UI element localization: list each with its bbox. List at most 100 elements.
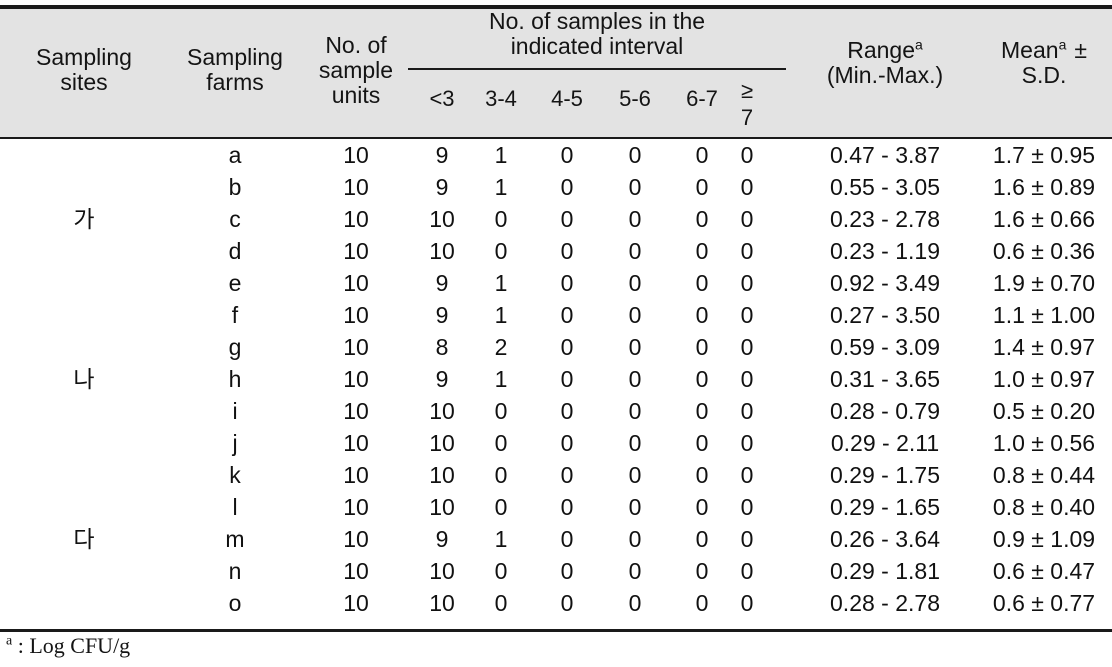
cell-range: 0.29 - 1.75 — [830, 462, 940, 488]
cell-sample-units: 10 — [343, 270, 369, 296]
cell-interval-5-6: 0 — [628, 430, 642, 456]
cell-interval-ge7: 0 — [740, 366, 754, 392]
cell-interval-3-4: 0 — [494, 590, 508, 616]
cell-interval-5-6: 0 — [628, 398, 642, 424]
cell-farm: h — [228, 366, 242, 392]
cell-farm: j — [232, 430, 238, 456]
cell-interval-5-6: 0 — [628, 174, 642, 200]
cell-interval-lt3: 10 — [429, 238, 455, 264]
cell-interval-lt3: 10 — [429, 430, 455, 456]
table-row: e 10 9 1 0 0 0 0 0.92 - 3.49 1.9 ± 0.70 — [0, 267, 1112, 299]
cell-interval-5-6: 0 — [628, 526, 642, 552]
cell-interval-5-6: 0 — [628, 558, 642, 584]
cell-sample-units: 10 — [343, 238, 369, 264]
sample-units-line1: No. of — [325, 32, 387, 58]
column-header-interval-4-5: 4-5 — [551, 86, 583, 111]
cell-range: 0.59 - 3.09 — [830, 334, 940, 360]
cell-interval-lt3: 10 — [429, 206, 455, 232]
cell-range: 0.23 - 2.78 — [830, 206, 940, 232]
cell-sample-units: 10 — [343, 462, 369, 488]
cell-mean: 0.8 ± 0.40 — [992, 494, 1096, 520]
cell-interval-3-4: 0 — [494, 558, 508, 584]
cell-farm: m — [225, 526, 245, 552]
cell-interval-lt3: 9 — [435, 270, 449, 296]
interval-ge7-value: 7 — [740, 105, 754, 130]
mean-plusminus: ± — [1074, 37, 1087, 63]
cell-interval-lt3: 10 — [429, 494, 455, 520]
sampling-farms-line1: Sampling — [187, 44, 283, 70]
cell-range: 0.47 - 3.87 — [830, 142, 940, 168]
cell-mean: 1.1 ± 1.00 — [992, 302, 1096, 328]
cell-interval-lt3: 9 — [435, 526, 449, 552]
cell-mean: 0.5 ± 0.20 — [992, 398, 1096, 424]
cell-interval-lt3: 9 — [435, 366, 449, 392]
cell-range: 0.29 - 1.65 — [830, 494, 940, 520]
mean-label-line: Meana ± — [980, 36, 1108, 63]
cell-sample-units: 10 — [343, 174, 369, 200]
cell-interval-3-4: 1 — [494, 366, 508, 392]
cell-sample-units: 10 — [343, 302, 369, 328]
cell-mean: 1.4 ± 0.97 — [992, 334, 1096, 360]
cell-range: 0.55 - 3.05 — [830, 174, 940, 200]
cell-sample-units: 10 — [343, 398, 369, 424]
table-body: a 10 9 1 0 0 0 0 0.47 - 3.87 1.7 ± 0.95 b 10 9 1 0 0 0 0 0… — [0, 139, 1112, 619]
cell-interval-lt3: 9 — [435, 174, 449, 200]
column-header-mean: Meana ± S.D. — [980, 36, 1108, 88]
cell-interval-3-4: 1 — [494, 302, 508, 328]
cell-interval-ge7: 0 — [740, 462, 754, 488]
cell-farm: c — [229, 206, 241, 232]
cell-interval-ge7: 0 — [740, 398, 754, 424]
cell-mean: 0.8 ± 0.44 — [992, 462, 1096, 488]
interval-group-line1: No. of samples in the — [488, 8, 706, 34]
cell-interval-3-4: 0 — [494, 398, 508, 424]
cell-interval-4-5: 0 — [560, 270, 574, 296]
table-row: a 10 9 1 0 0 0 0 0.47 - 3.87 1.7 ± 0.95 — [0, 139, 1112, 171]
mean-footnote-marker: a — [1058, 36, 1067, 53]
interval-ge7-symbol: ≥ — [740, 78, 754, 103]
interval-group-spanner-rule — [408, 68, 786, 70]
table-row: 다 m 10 9 1 0 0 0 0 0.26 - 3.64 0.9 ± 1.09 — [0, 523, 1112, 555]
cell-sample-units: 10 — [343, 526, 369, 552]
table-bottom-rule — [0, 629, 1112, 632]
mean-label-text: Mean — [1001, 37, 1059, 63]
footnote-text: : Log CFU/g — [12, 633, 131, 658]
cell-sample-units: 10 — [343, 142, 369, 168]
cell-interval-ge7: 0 — [740, 430, 754, 456]
cell-sample-units: 10 — [343, 334, 369, 360]
cell-sample-units: 10 — [343, 430, 369, 456]
cell-interval-ge7: 0 — [740, 206, 754, 232]
cell-interval-ge7: 0 — [740, 334, 754, 360]
table-footnote: a : Log CFU/g — [6, 632, 130, 660]
cell-interval-3-4: 0 — [494, 462, 508, 488]
cell-interval-ge7: 0 — [740, 270, 754, 296]
cell-farm: f — [231, 302, 239, 328]
cell-interval-4-5: 0 — [560, 238, 574, 264]
cell-interval-5-6: 0 — [628, 462, 642, 488]
sampling-sites-line2: sites — [60, 69, 108, 95]
cell-interval-4-5: 0 — [560, 462, 574, 488]
cell-site: 다 — [73, 526, 95, 552]
cell-interval-5-6: 0 — [628, 590, 642, 616]
column-header-range: Rangea (Min.-Max.) — [790, 37, 980, 88]
cell-range: 0.23 - 1.19 — [830, 238, 940, 264]
cell-interval-4-5: 0 — [560, 430, 574, 456]
cell-interval-3-4: 0 — [494, 206, 508, 232]
cell-interval-3-4: 1 — [494, 270, 508, 296]
cell-sample-units: 10 — [343, 558, 369, 584]
cell-site: 나 — [73, 366, 95, 392]
cell-interval-ge7: 0 — [740, 238, 754, 264]
cell-farm: k — [229, 462, 241, 488]
table-row: b 10 9 1 0 0 0 0 0.55 - 3.05 1.6 ± 0.89 — [0, 171, 1112, 203]
cell-interval-lt3: 10 — [429, 590, 455, 616]
sample-units-line2: sample — [318, 57, 394, 83]
column-header-sample-units: No. of sample units — [306, 33, 406, 108]
table-row: d 10 10 0 0 0 0 0 0.23 - 1.19 0.6 ± 0.36 — [0, 235, 1112, 267]
cell-interval-4-5: 0 — [560, 558, 574, 584]
range-label-line: Rangea — [790, 37, 980, 63]
cell-mean: 1.7 ± 0.95 — [992, 142, 1096, 168]
cell-interval-ge7: 0 — [740, 142, 754, 168]
cell-site: 가 — [73, 206, 95, 232]
cell-mean: 1.6 ± 0.89 — [992, 174, 1096, 200]
cell-interval-ge7: 0 — [740, 558, 754, 584]
cell-range: 0.28 - 2.78 — [830, 590, 940, 616]
